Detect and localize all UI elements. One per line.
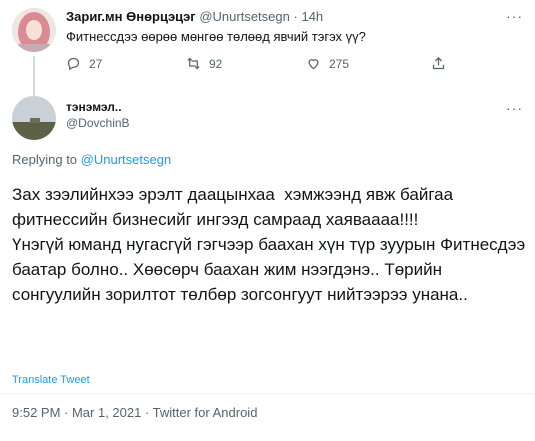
share-icon: [432, 56, 445, 70]
like-button[interactable]: 275: [306, 56, 349, 71]
tweet-timestamp[interactable]: 9:52 PM · Mar 1, 2021 · Twitter for Andr…: [12, 405, 257, 420]
avatar[interactable]: [12, 8, 56, 52]
reply-count: 27: [89, 56, 103, 71]
timestamp[interactable]: 14h: [301, 9, 323, 24]
divider: [0, 393, 535, 394]
action-bar: 27 92 275: [66, 56, 466, 74]
replying-to: Replying to @Unurtsetsegn: [12, 152, 171, 167]
reply-button[interactable]: 27: [66, 56, 102, 71]
tweet-text: Зах зээлийнхээ эрэлт даацынхаа хэмжээнд …: [12, 185, 526, 304]
share-button[interactable]: [431, 56, 446, 71]
avatar[interactable]: [12, 96, 56, 140]
tweet-text: Фитнессдээ өөрөө мөнгөө төлөөд явчий тэг…: [66, 29, 366, 44]
retweet-icon: [187, 57, 200, 70]
separator: ·: [293, 9, 298, 24]
display-name[interactable]: тэнэмэл..: [66, 100, 122, 114]
handle[interactable]: @DovchinB: [66, 116, 130, 130]
like-count: 275: [329, 56, 350, 71]
reply-icon: [67, 57, 80, 71]
replying-prefix: Replying to: [12, 152, 81, 167]
parent-header: Зариг.мн Өнөрцэцэг @Unurtsetsegn · 14h: [66, 9, 323, 24]
retweet-button[interactable]: 92: [186, 56, 222, 71]
translate-tweet-link[interactable]: Translate Tweet: [12, 374, 90, 386]
handle[interactable]: @Unurtsetsegn: [199, 9, 290, 24]
retweet-count: 92: [209, 56, 223, 71]
display-name[interactable]: Зариг.мн Өнөрцэцэг: [66, 9, 196, 24]
heart-icon: [308, 59, 319, 70]
thread-connector: [33, 56, 35, 96]
more-icon[interactable]: ···: [506, 8, 523, 24]
replying-handle-link[interactable]: @Unurtsetsegn: [81, 152, 172, 167]
more-icon[interactable]: ···: [506, 100, 523, 116]
parent-tweet[interactable]: Зариг.мн Өнөрцэцэг @Unurtsetsegn · 14h ·…: [0, 0, 535, 96]
